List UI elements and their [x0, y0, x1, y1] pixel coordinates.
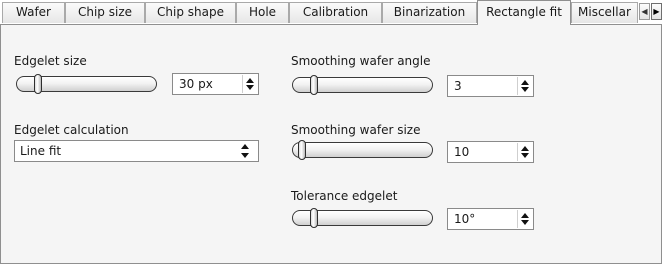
spin-up-icon[interactable]: [521, 213, 529, 218]
edgelet-size-spinbox[interactable]: 30 px: [172, 73, 259, 95]
smoothing-wafer-angle-label: Smoothing wafer angle: [291, 54, 431, 68]
smoothing-wafer-size-value[interactable]: 10: [454, 145, 469, 159]
spin-arrows[interactable]: [242, 75, 257, 93]
spin-down-icon[interactable]: [521, 220, 529, 225]
smoothing-wafer-angle-spinbox[interactable]: 3: [447, 75, 534, 97]
tab-rectangle-fit[interactable]: Rectangle fit: [477, 0, 571, 25]
rectangle-fit-panel: Edgelet size 30 px Edgelet calculation L…: [0, 24, 662, 264]
smoothing-wafer-size-label: Smoothing wafer size: [291, 123, 421, 137]
tab-bar: Wafer Chip size Chip shape Hole Calibrat…: [0, 0, 662, 25]
spin-down-icon[interactable]: [246, 85, 254, 90]
spin-arrows[interactable]: [517, 143, 532, 161]
triangle-left-icon: ◀: [641, 7, 648, 16]
tab-chip-size[interactable]: Chip size: [65, 2, 145, 23]
smoothing-wafer-angle-value[interactable]: 3: [454, 79, 462, 93]
tab-scroll-right-button[interactable]: ▶: [651, 3, 662, 20]
tab-calibration[interactable]: Calibration: [289, 2, 382, 23]
edgelet-calculation-value: Line fit: [20, 144, 62, 158]
edgelet-size-slider[interactable]: [16, 74, 157, 94]
smoothing-wafer-size-slider[interactable]: [292, 140, 433, 160]
combo-arrows-icon: [240, 143, 250, 159]
slider-handle[interactable]: [310, 75, 319, 95]
tab-scroll-left-button[interactable]: ◀: [639, 3, 650, 20]
slider-groove: [292, 142, 433, 158]
tab-miscellaneous[interactable]: Miscellar: [571, 2, 638, 23]
slider-handle[interactable]: [298, 140, 306, 160]
spin-arrows[interactable]: [517, 210, 532, 228]
slider-handle[interactable]: [310, 208, 319, 228]
smoothing-wafer-angle-slider[interactable]: [292, 75, 433, 95]
spin-down-icon[interactable]: [521, 87, 529, 92]
tab-wafer[interactable]: Wafer: [2, 2, 65, 23]
tab-chip-shape[interactable]: Chip shape: [145, 2, 236, 23]
tab-binarization[interactable]: Binarization: [382, 2, 477, 23]
tolerance-edgelet-label: Tolerance edgelet: [291, 189, 398, 203]
spin-arrows[interactable]: [517, 77, 532, 95]
edgelet-size-label: Edgelet size: [14, 54, 87, 68]
spin-up-icon[interactable]: [521, 146, 529, 151]
tolerance-edgelet-slider[interactable]: [292, 208, 433, 228]
edgelet-size-value[interactable]: 30 px: [179, 77, 213, 91]
spin-down-icon[interactable]: [521, 153, 529, 158]
slider-handle[interactable]: [34, 74, 43, 94]
spin-up-icon[interactable]: [246, 78, 254, 83]
spin-up-icon[interactable]: [521, 80, 529, 85]
triangle-right-icon: ▶: [653, 7, 660, 16]
edgelet-calculation-select[interactable]: Line fit: [14, 140, 259, 162]
tolerance-edgelet-value[interactable]: 10°: [454, 212, 475, 226]
tolerance-edgelet-spinbox[interactable]: 10°: [447, 208, 534, 230]
smoothing-wafer-size-spinbox[interactable]: 10: [447, 141, 534, 163]
tab-hole[interactable]: Hole: [236, 2, 289, 23]
edgelet-calculation-label: Edgelet calculation: [14, 123, 129, 137]
